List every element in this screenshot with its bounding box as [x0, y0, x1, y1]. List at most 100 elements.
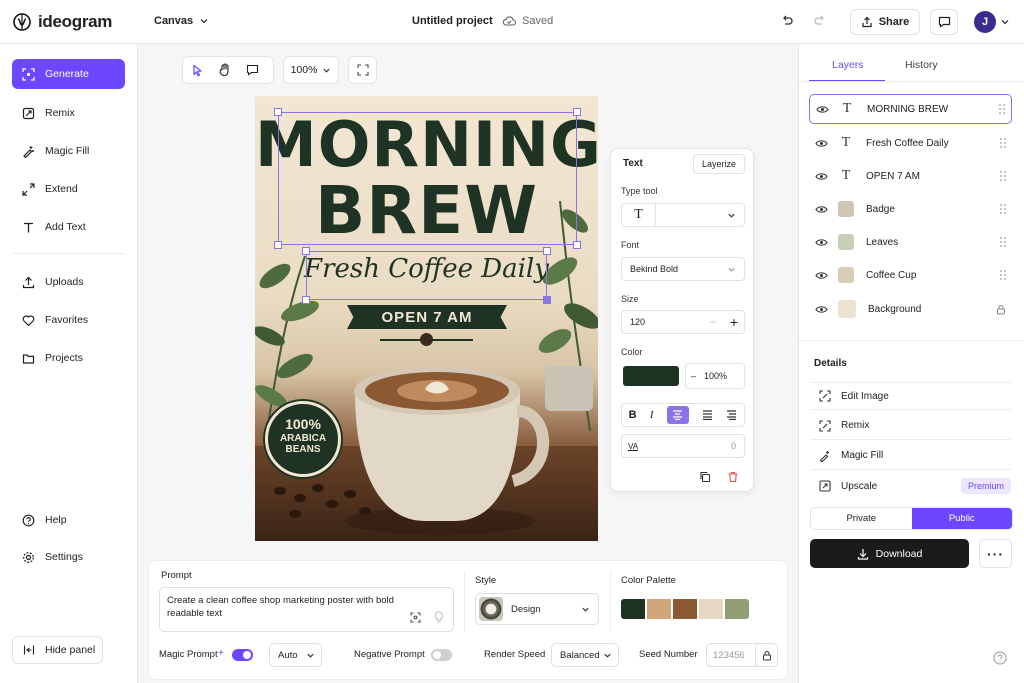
lock-icon[interactable] — [996, 304, 1006, 315]
sidebar-item-generate[interactable]: Generate — [12, 59, 125, 89]
poster-image[interactable]: MORNING BREW Fresh Coffee Daily OPEN 7 A… — [255, 96, 598, 541]
drag-handle-icon[interactable] — [1000, 237, 1006, 247]
private-option[interactable]: Private — [811, 508, 912, 529]
sidebar-item-uploads[interactable]: Uploads — [12, 267, 125, 297]
zoom-select[interactable]: 100% — [283, 56, 339, 84]
resize-handle[interactable] — [274, 108, 282, 116]
letter-spacing-field[interactable]: VA 0 — [621, 434, 745, 458]
palette-swatch[interactable] — [647, 599, 671, 619]
project-title[interactable]: Untitled project — [412, 15, 493, 27]
eye-icon[interactable] — [815, 238, 828, 247]
bold-icon[interactable]: B — [629, 409, 637, 421]
resize-handle[interactable] — [573, 108, 581, 116]
detail-edit-image[interactable]: Edit Image — [811, 382, 1011, 410]
duplicate-icon[interactable] — [699, 471, 711, 483]
avatar[interactable]: J — [974, 11, 996, 33]
download-button[interactable]: Download — [810, 539, 969, 568]
select-pointer-icon[interactable] — [191, 64, 204, 77]
layer-item[interactable]: Background — [809, 294, 1012, 324]
eye-icon[interactable] — [816, 105, 829, 114]
layer-item[interactable]: T MORNING BREW — [809, 94, 1012, 124]
trash-icon[interactable] — [727, 471, 739, 483]
layer-item[interactable]: Leaves — [809, 227, 1012, 257]
resize-handle[interactable] — [573, 241, 581, 249]
align-right-icon[interactable] — [726, 410, 737, 420]
tab-layers[interactable]: Layers — [832, 59, 864, 71]
sidebar-item-add-text[interactable]: Add Text — [12, 212, 125, 242]
magic-prompt-mode-select[interactable]: Auto — [269, 643, 322, 667]
sidebar-item-remix[interactable]: Remix — [12, 98, 125, 128]
open-hours-banner[interactable]: OPEN 7 AM — [347, 305, 507, 329]
italic-icon[interactable]: I — [650, 409, 654, 421]
more-options-button[interactable]: ··· — [979, 539, 1012, 568]
hide-panel-button[interactable]: Hide panel — [12, 636, 103, 664]
drag-handle-icon[interactable] — [1000, 270, 1006, 280]
sidebar-item-projects[interactable]: Projects — [12, 343, 125, 373]
sidebar-item-settings[interactable]: Settings — [12, 542, 125, 572]
selection-box-headline[interactable] — [278, 112, 577, 245]
drag-handle-icon[interactable] — [1000, 138, 1006, 148]
help-icon[interactable] — [993, 651, 1007, 665]
size-stepper[interactable]: 120 – + — [621, 310, 745, 334]
negative-prompt-toggle[interactable] — [431, 649, 452, 661]
detail-magic-fill[interactable]: Magic Fill — [811, 442, 1011, 470]
opacity-field[interactable]: – 100% — [685, 363, 745, 389]
layer-item[interactable]: Coffee Cup — [809, 260, 1012, 290]
logo[interactable]: ideogram — [12, 12, 112, 32]
font-select[interactable]: Bekind Bold — [621, 257, 745, 281]
resize-handle[interactable] — [543, 296, 551, 304]
lightbulb-icon[interactable] — [434, 611, 444, 623]
redo-button[interactable] — [813, 14, 827, 28]
comments-button[interactable] — [930, 9, 958, 35]
comment-icon[interactable] — [246, 64, 259, 76]
eye-icon[interactable] — [815, 205, 828, 214]
layer-item[interactable]: T OPEN 7 AM — [809, 161, 1012, 191]
undo-button[interactable] — [780, 14, 794, 28]
align-justify-icon[interactable] — [702, 410, 713, 420]
magic-prompt-toggle[interactable] — [232, 649, 253, 661]
palette-swatch[interactable] — [621, 599, 645, 619]
eye-icon[interactable] — [815, 172, 828, 181]
resize-handle[interactable] — [302, 296, 310, 304]
drag-handle-icon[interactable] — [1000, 171, 1006, 181]
plus-icon[interactable]: + — [730, 314, 738, 330]
sidebar-item-magic-fill[interactable]: Magic Fill — [12, 136, 125, 166]
layer-item[interactable]: Badge — [809, 194, 1012, 224]
sidebar-item-extend[interactable]: Extend — [12, 174, 125, 204]
sidebar-item-help[interactable]: Help — [12, 505, 125, 535]
render-speed-select[interactable]: Balanced — [551, 643, 619, 667]
eye-icon[interactable] — [815, 271, 828, 280]
resize-handle[interactable] — [274, 241, 282, 249]
canvas-menu[interactable]: Canvas — [154, 15, 209, 27]
drag-handle-icon[interactable] — [1000, 204, 1006, 214]
prompt-input[interactable]: Create a clean coffee shop marketing pos… — [159, 587, 454, 632]
minus-icon[interactable]: – — [691, 371, 696, 381]
chevron-down-icon[interactable] — [1000, 17, 1010, 27]
eye-icon[interactable] — [815, 305, 828, 314]
align-center-icon[interactable] — [666, 406, 689, 424]
arabica-badge[interactable]: 100% ARABICA BEANS — [265, 401, 341, 477]
share-button[interactable]: Share — [850, 9, 920, 35]
sidebar-item-favorites[interactable]: Favorites — [12, 305, 125, 335]
seed-lock-button[interactable] — [755, 643, 778, 667]
palette-swatch[interactable] — [725, 599, 749, 619]
hand-pan-icon[interactable] — [218, 63, 232, 77]
palette-swatch[interactable] — [699, 599, 723, 619]
eye-icon[interactable] — [815, 139, 828, 148]
color-palette[interactable] — [621, 599, 749, 619]
tab-history[interactable]: History — [905, 59, 938, 71]
selection-box-subtitle[interactable] — [306, 251, 547, 300]
style-select[interactable]: Design — [475, 593, 599, 625]
public-option[interactable]: Public — [911, 508, 1012, 529]
resize-handle[interactable] — [302, 247, 310, 255]
detail-upscale[interactable]: Upscale Premium — [811, 472, 1011, 500]
text-color-swatch[interactable] — [623, 366, 679, 386]
image-prompt-icon[interactable] — [410, 612, 421, 623]
detail-remix[interactable]: Remix — [811, 412, 1011, 440]
resize-handle[interactable] — [543, 247, 551, 255]
type-tool-select[interactable]: T — [621, 203, 745, 227]
fit-screen-button[interactable] — [348, 56, 377, 84]
layer-item[interactable]: T Fresh Coffee Daily — [809, 128, 1012, 158]
minus-icon[interactable]: – — [710, 316, 716, 328]
drag-handle-icon[interactable] — [999, 104, 1005, 114]
